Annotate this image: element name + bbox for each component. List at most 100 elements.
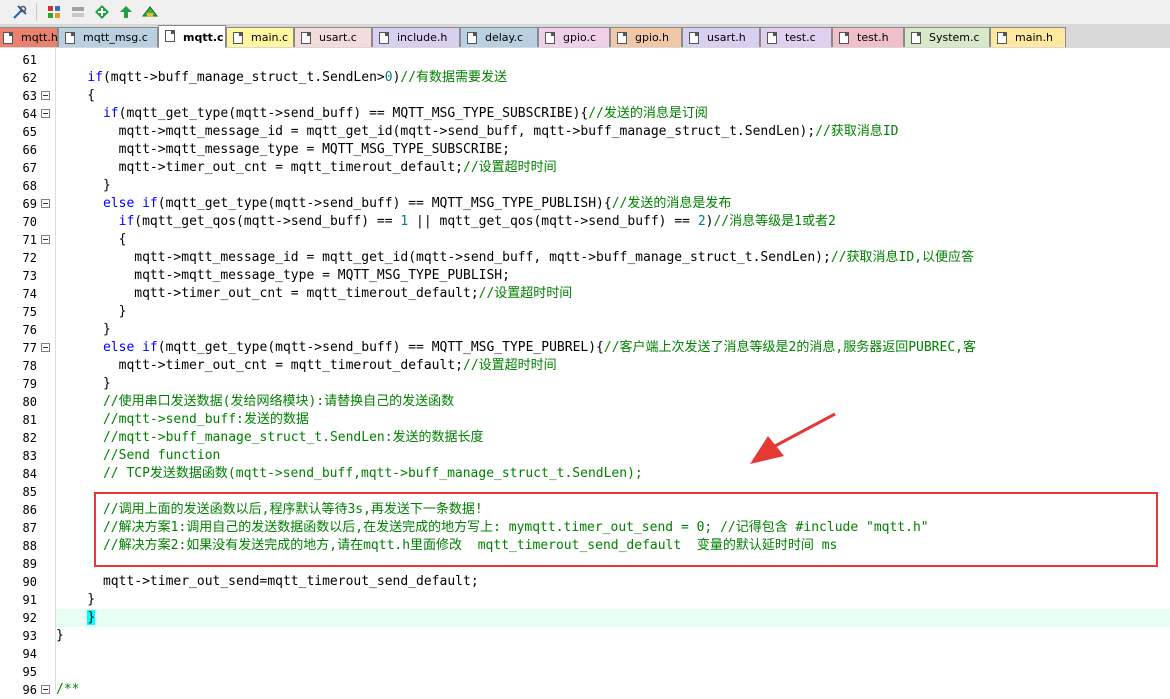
code-line[interactable]: 76 } <box>0 321 1170 339</box>
line-number: 69 <box>22 197 37 211</box>
tab-mqtt-c[interactable]: mqtt.c <box>158 25 226 48</box>
tab-usart-c[interactable]: usart.c <box>294 27 372 47</box>
line-number: 61 <box>22 53 37 67</box>
tab-mqtt-h[interactable]: mqtt.h <box>0 27 58 47</box>
debug-icon[interactable] <box>116 2 136 22</box>
code-line[interactable]: 62 if(mqtt->buff_manage_struct_t.SendLen… <box>0 69 1170 87</box>
tab-label: test.h <box>857 31 889 44</box>
line-number: 82 <box>22 431 37 445</box>
tab-usart-h[interactable]: usart.h <box>682 27 760 47</box>
code-line[interactable]: 92 } <box>0 609 1170 627</box>
code-text: mqtt->timer_out_cnt = mqtt_timerout_defa… <box>56 160 557 175</box>
line-number: 93 <box>22 629 37 643</box>
code-line[interactable]: 71 { <box>0 231 1170 249</box>
code-line[interactable]: 66 mqtt->mqtt_message_type = MQTT_MSG_TY… <box>0 141 1170 159</box>
load-icon[interactable] <box>44 2 64 22</box>
code-text: else if(mqtt_get_type(mqtt->send_buff) =… <box>102 340 976 355</box>
tab-delay-c[interactable]: delay.c <box>460 27 538 47</box>
code-editor[interactable]: 61 62 if(mqtt->buff_manage_struct_t.SendL… <box>0 48 1170 697</box>
tab-label: include.h <box>397 31 448 44</box>
tab-label: delay.c <box>485 31 524 44</box>
line-number: 72 <box>22 251 37 265</box>
code-line[interactable]: 77 else if(mqtt_get_type(mqtt->send_buff… <box>0 339 1170 357</box>
tab-gpio-c[interactable]: gpio.c <box>538 27 610 47</box>
line-number: 87 <box>22 521 37 535</box>
tab-label: mqtt_msg.c <box>83 31 148 44</box>
file-icon <box>997 32 1007 44</box>
line-number: 76 <box>22 323 37 337</box>
tab-mqtt-msg-c[interactable]: mqtt_msg.c <box>58 27 158 47</box>
tab-main-c[interactable]: main.c <box>226 27 294 47</box>
code-line[interactable]: 69 else if(mqtt_get_type(mqtt->send_buff… <box>0 195 1170 213</box>
code-line[interactable]: 74 mqtt->timer_out_cnt = mqtt_timerout_d… <box>0 285 1170 303</box>
code-text: else if(mqtt_get_type(mqtt->send_buff) =… <box>102 196 732 211</box>
line-number: 84 <box>22 467 37 481</box>
line-number: 77 <box>22 341 37 355</box>
line-number: 95 <box>22 665 37 679</box>
download-icon[interactable] <box>92 2 112 22</box>
fold-collapse-icon[interactable] <box>41 235 50 244</box>
code-line[interactable]: 95 <box>0 663 1170 681</box>
tab-label: mqtt.c <box>183 30 224 44</box>
tab-include-h[interactable]: include.h <box>372 27 460 47</box>
code-line[interactable]: 67 mqtt->timer_out_cnt = mqtt_timerout_d… <box>0 159 1170 177</box>
code-line[interactable]: 65 mqtt->mqtt_message_id = mqtt_get_id(m… <box>0 123 1170 141</box>
tab-test-c[interactable]: test.c <box>760 27 832 47</box>
code-line[interactable]: 94 <box>0 645 1170 663</box>
fold-collapse-icon[interactable] <box>41 343 50 352</box>
target-icon[interactable] <box>140 2 160 22</box>
tab-gpio-h[interactable]: gpio.h <box>610 27 682 47</box>
rebuild-icon[interactable] <box>68 2 88 22</box>
code-line[interactable]: 64 if(mqtt_get_type(mqtt->send_buff) == … <box>0 105 1170 123</box>
code-text: } <box>56 628 64 643</box>
code-text: } <box>56 304 127 319</box>
tab-system-c[interactable]: System.c <box>904 27 990 47</box>
code-line[interactable]: 82 //mqtt->buff_manage_struct_t.SendLen:… <box>0 429 1170 447</box>
code-text: if(mqtt_get_type(mqtt->send_buff) == MQT… <box>102 106 708 121</box>
tab-label: System.c <box>929 31 980 44</box>
file-icon <box>767 32 777 44</box>
code-line[interactable]: 72 mqtt->mqtt_message_id = mqtt_get_id(m… <box>0 249 1170 267</box>
code-line[interactable]: 78 mqtt->timer_out_cnt = mqtt_timerout_d… <box>0 357 1170 375</box>
fold-collapse-icon[interactable] <box>41 91 50 100</box>
code-line[interactable]: 61 <box>0 51 1170 69</box>
code-line[interactable]: 83 //Send function <box>0 447 1170 465</box>
code-line[interactable]: 73 mqtt->mqtt_message_type = MQTT_MSG_TY… <box>0 267 1170 285</box>
tab-main-h[interactable]: main.h <box>990 27 1066 47</box>
code-line[interactable]: 91 } <box>0 591 1170 609</box>
tools-icon[interactable] <box>10 2 30 22</box>
code-line[interactable]: 93} <box>0 627 1170 645</box>
editor-tab-bar: mqtt.h mqtt_msg.c mqtt.c main.c usart.c inclu… <box>0 24 1170 49</box>
code-line[interactable]: 96 /** <box>0 681 1170 699</box>
code-text: /** <box>56 682 80 697</box>
tab-label: test.c <box>785 31 816 44</box>
tab-label: main.h <box>1015 31 1053 44</box>
line-number: 83 <box>22 449 37 463</box>
code-line[interactable]: 81 //mqtt->send_buff:发送的数据 <box>0 411 1170 429</box>
annotation-highlight-box <box>94 492 1158 567</box>
file-icon <box>467 32 477 44</box>
line-number: 81 <box>22 413 37 427</box>
code-text: mqtt->mqtt_message_type = MQTT_MSG_TYPE_… <box>56 268 510 283</box>
code-line[interactable]: 70 if(mqtt_get_qos(mqtt->send_buff) == 1… <box>0 213 1170 231</box>
code-text: mqtt->timer_out_send=mqtt_timerout_send_… <box>56 574 479 589</box>
line-number: 70 <box>22 215 37 229</box>
code-line[interactable]: 90 mqtt->timer_out_send=mqtt_timerout_se… <box>0 573 1170 591</box>
file-icon <box>165 30 175 42</box>
code-line[interactable]: 63 { <box>0 87 1170 105</box>
line-number: 91 <box>22 593 37 607</box>
fold-collapse-icon[interactable] <box>41 199 50 208</box>
tab-test-h[interactable]: test.h <box>832 27 904 47</box>
code-text: mqtt->mqtt_message_type = MQTT_MSG_TYPE_… <box>56 142 510 157</box>
code-text: { <box>56 232 127 247</box>
code-text: //mqtt->buff_manage_struct_t.SendLen:发送的… <box>102 430 484 445</box>
file-icon <box>839 32 849 44</box>
code-line[interactable]: 79 } <box>0 375 1170 393</box>
line-number: 86 <box>22 503 37 517</box>
fold-collapse-icon[interactable] <box>41 109 50 118</box>
tab-label: gpio.h <box>635 31 670 44</box>
code-line[interactable]: 68 } <box>0 177 1170 195</box>
code-line[interactable]: 75 } <box>0 303 1170 321</box>
code-line[interactable]: 80 //使用串口发送数据(发给网络模块):请替换自己的发送函数 <box>0 393 1170 411</box>
code-line[interactable]: 84 // TCP发送数据函数(mqtt->send_buff,mqtt->bu… <box>0 465 1170 483</box>
